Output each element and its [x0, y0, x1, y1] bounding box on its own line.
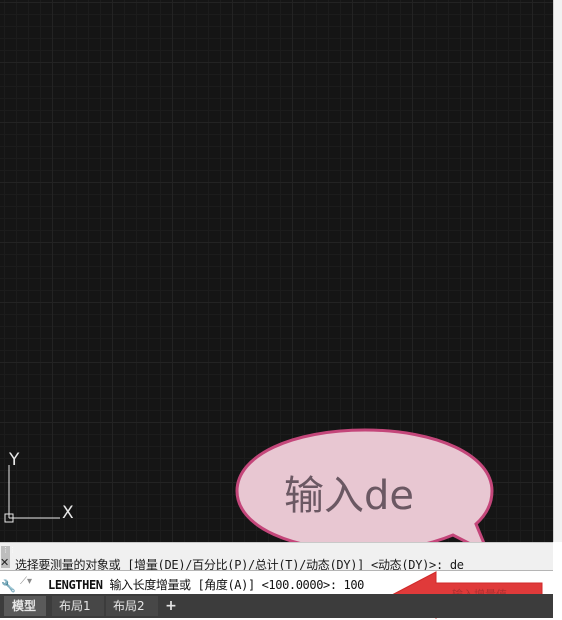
command-history: ⋮⋮ ✕ 选择要测量的对象或 [增量(DE)/百分比(P)/总计(T)/动态(D… [0, 542, 553, 572]
close-icon[interactable]: ✕ [0, 556, 9, 569]
ucs-icon: Y X [4, 450, 74, 523]
tab-layout1[interactable]: 布局1 [52, 596, 104, 616]
tab-layout2[interactable]: 布局2 [106, 596, 158, 616]
vertical-scrollbar[interactable] [553, 0, 562, 542]
add-layout-button[interactable]: + [162, 596, 180, 616]
command-prompt: LENGTHEN 输入长度增量或 [角度(A)] <100.0000>: 100 [48, 576, 364, 593]
grip-dots-icon: ⋮⋮ [2, 546, 16, 554]
tab-model[interactable]: 模型 [4, 596, 46, 616]
command-name: LENGTHEN [48, 578, 103, 592]
command-input-value[interactable]: 100 [344, 578, 365, 592]
wrench-icon[interactable]: 🔧 [1, 579, 16, 593]
ucs-y-label: Y [8, 450, 20, 470]
ucs-x-label: X [62, 503, 74, 523]
layout-tab-bar: 模型 布局1 布局2 + [0, 594, 553, 618]
callout-text: 输入de [284, 473, 414, 519]
prompt-text: 输入长度增量或 [角度(A)] <100.0000>: [109, 578, 337, 592]
command-line-options[interactable]: 🔧 [0, 571, 16, 595]
recent-commands-icon[interactable]: ⟋▾ [20, 576, 32, 587]
